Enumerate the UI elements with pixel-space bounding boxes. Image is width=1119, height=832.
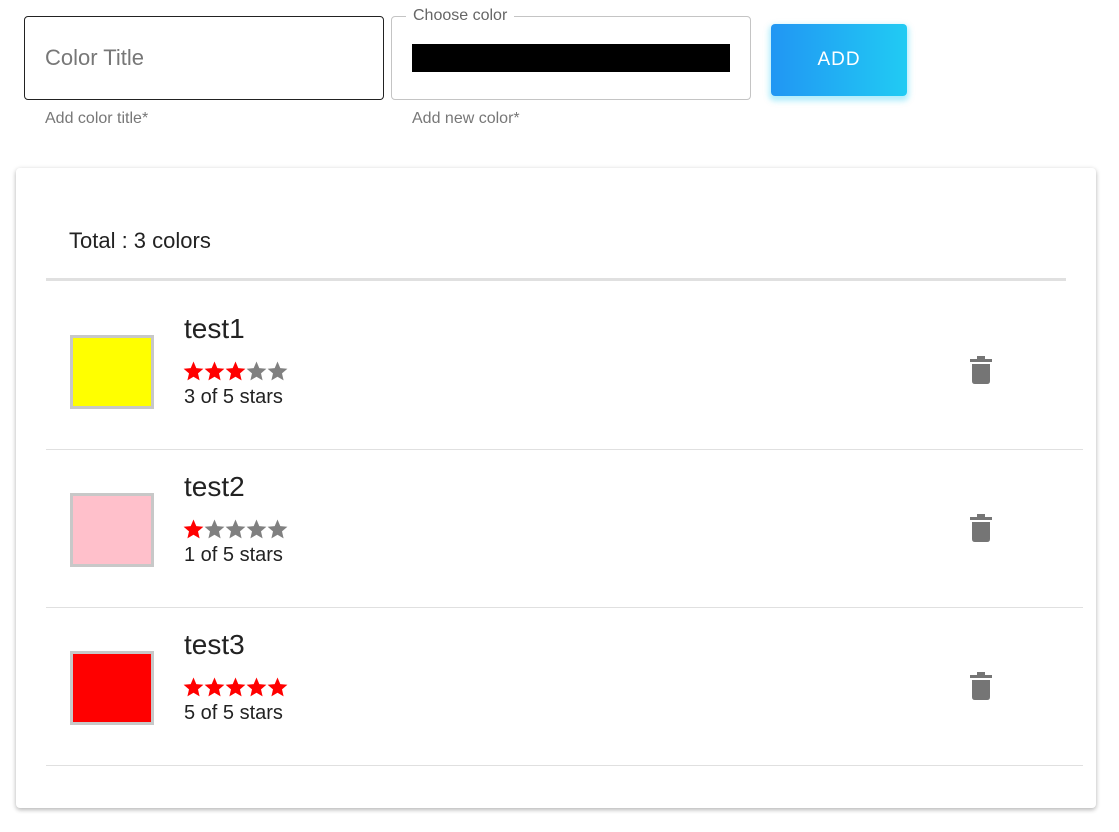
star-filled-icon[interactable]: [183, 676, 204, 698]
color-title-field[interactable]: [24, 16, 384, 100]
rating-text: 3 of 5 stars: [184, 386, 283, 408]
delete-color-button[interactable]: [961, 508, 1001, 548]
total-colors-label: Total : 3 colors: [69, 228, 211, 253]
rating-text: 1 of 5 stars: [184, 544, 283, 566]
delete-color-button[interactable]: [961, 666, 1001, 706]
color-list-item: test2 1 of 5 stars: [46, 450, 1083, 608]
star-filled-icon[interactable]: [225, 676, 246, 698]
color-swatch: [70, 651, 154, 725]
star-empty-icon[interactable]: [267, 518, 288, 540]
trash-icon: [970, 356, 992, 384]
color-name: test1: [184, 313, 245, 344]
star-rating[interactable]: [183, 676, 288, 698]
color-swatch: [70, 335, 154, 409]
add-color-form: Add color title* Choose color Add new co…: [0, 0, 1119, 140]
color-picker-input[interactable]: [412, 44, 730, 72]
star-empty-icon[interactable]: [204, 518, 225, 540]
star-filled-icon[interactable]: [204, 676, 225, 698]
star-filled-icon[interactable]: [183, 518, 204, 540]
delete-color-button[interactable]: [961, 350, 1001, 390]
color-list-card: Total : 3 colors test1 3 of 5 stars test…: [16, 168, 1096, 808]
color-list-item: test3 5 of 5 stars: [46, 608, 1083, 766]
color-title-input[interactable]: [45, 17, 365, 99]
color-helper-text: Add new color*: [412, 110, 520, 127]
star-empty-icon[interactable]: [267, 360, 288, 382]
star-empty-icon[interactable]: [246, 360, 267, 382]
add-button[interactable]: ADD: [771, 24, 907, 96]
rating-text: 5 of 5 stars: [184, 702, 283, 724]
star-rating[interactable]: [183, 360, 288, 382]
star-filled-icon[interactable]: [246, 676, 267, 698]
star-filled-icon[interactable]: [204, 360, 225, 382]
color-title-helper-text: Add color title*: [45, 110, 149, 127]
star-filled-icon[interactable]: [267, 676, 288, 698]
color-name: test3: [184, 629, 245, 660]
star-filled-icon[interactable]: [225, 360, 246, 382]
color-list-item: test1 3 of 5 stars: [46, 292, 1083, 450]
color-name: test2: [184, 471, 245, 502]
header-divider: [46, 278, 1066, 281]
star-empty-icon[interactable]: [246, 518, 267, 540]
color-swatch: [70, 493, 154, 567]
star-empty-icon[interactable]: [225, 518, 246, 540]
trash-icon: [970, 514, 992, 542]
star-rating[interactable]: [183, 518, 288, 540]
star-filled-icon[interactable]: [183, 360, 204, 382]
choose-color-label: Choose color: [406, 6, 515, 26]
choose-color-field[interactable]: Choose color: [391, 6, 751, 100]
color-list: test1 3 of 5 stars test2 1 of 5 stars te…: [46, 292, 1083, 766]
trash-icon: [970, 672, 992, 700]
